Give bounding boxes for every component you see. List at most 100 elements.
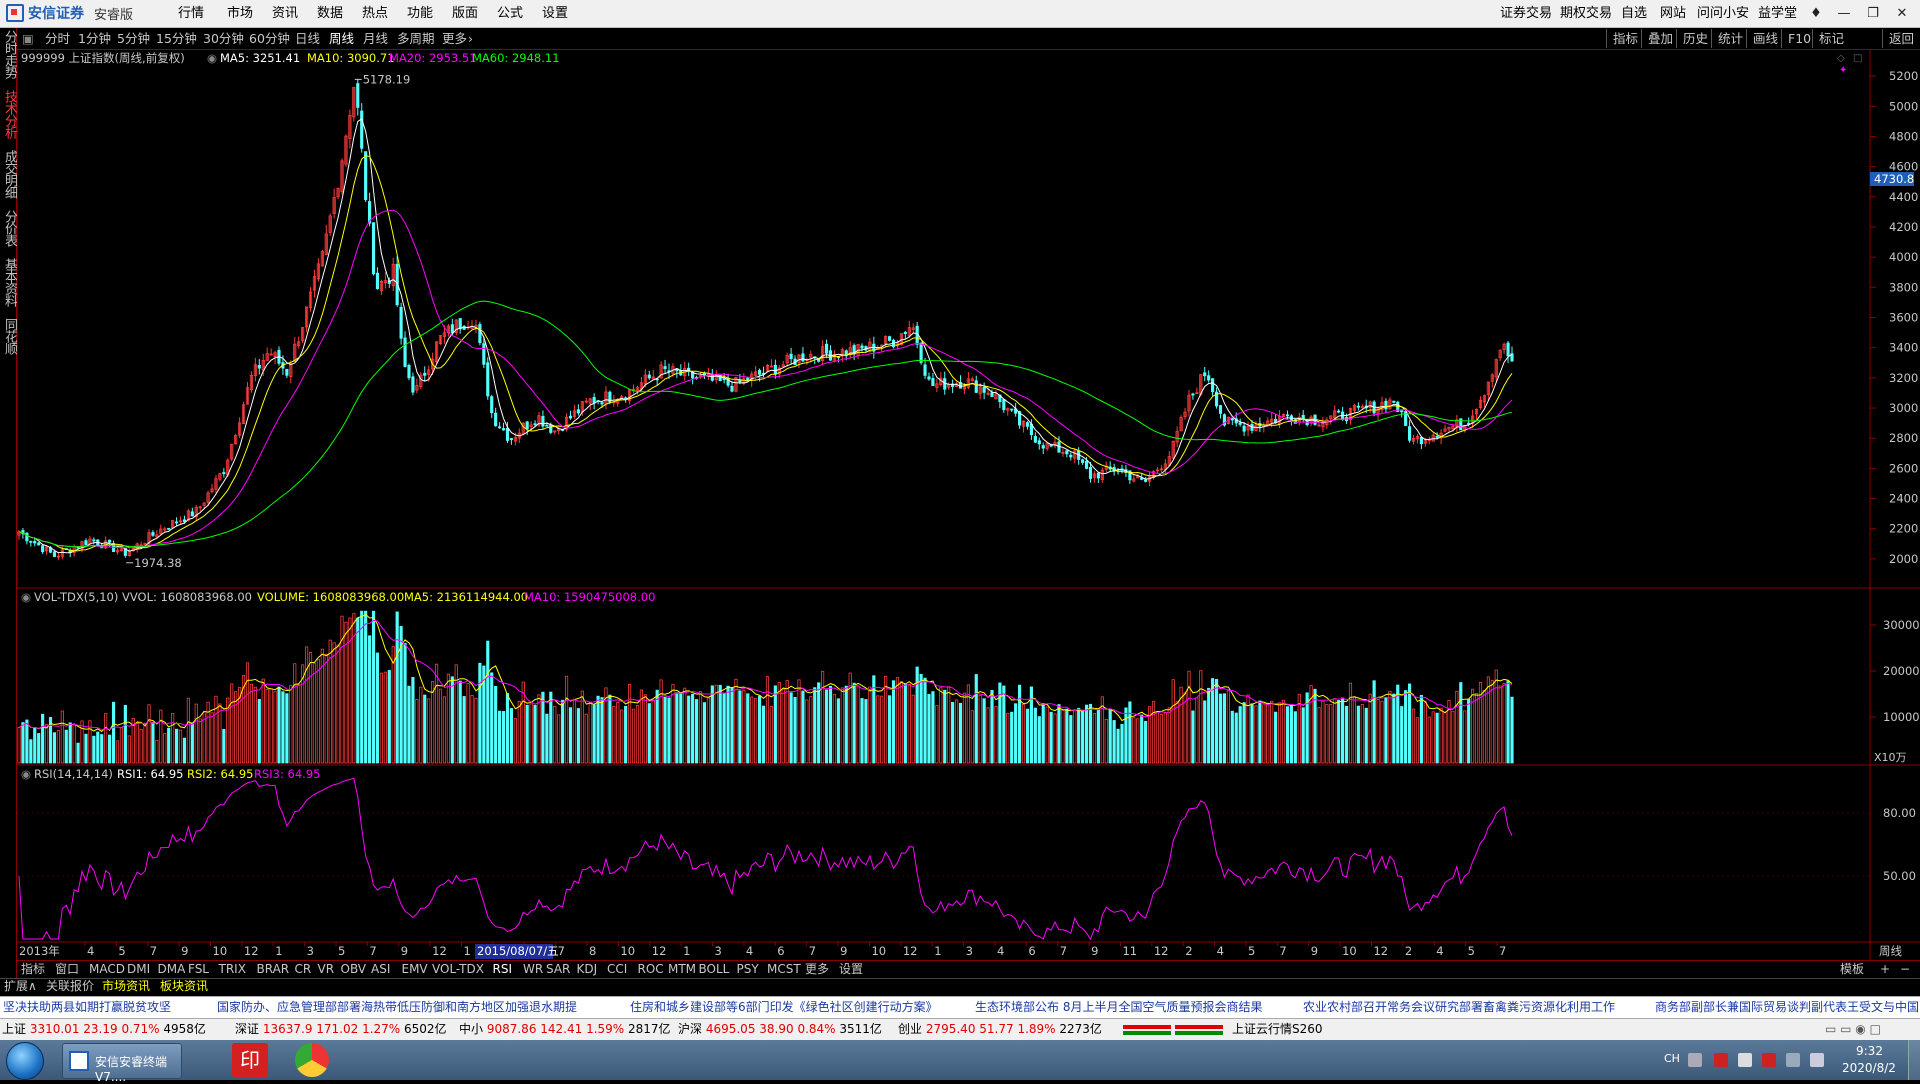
menu-item-banmian[interactable]: 版面 (452, 0, 478, 27)
indicator-tab[interactable]: DMA (158, 961, 186, 977)
period-5min[interactable]: 5分钟 (117, 29, 150, 48)
tray-app-icon[interactable] (1738, 1053, 1752, 1067)
cloud-quote-label[interactable]: 上证云行情S260 (1232, 1019, 1323, 1039)
volume-icon[interactable] (1810, 1053, 1824, 1067)
index-quote[interactable]: 深证 13637.9 171.02 1.27% 6502亿 (235, 1019, 447, 1039)
menu-item-shezhi[interactable]: 设置 (542, 0, 568, 27)
indicator-tab[interactable]: VR (318, 961, 335, 977)
indicator-tab[interactable]: EMV (402, 961, 428, 977)
indicator-tab[interactable]: OBV (341, 961, 367, 977)
pdf-icon[interactable] (1714, 1053, 1728, 1067)
kline-chart[interactable]: 5200500048004600440042004000380036003400… (17, 49, 1920, 960)
square-icon[interactable]: □ (1853, 53, 1862, 64)
tab-sector-news[interactable]: 板块资讯 (160, 978, 208, 995)
period-1min[interactable]: 1分钟 (78, 29, 111, 48)
menu-option-trade[interactable]: 期权交易 (1560, 0, 1612, 27)
indicator-tab[interactable]: BOLL (699, 961, 730, 977)
index-quote[interactable]: 沪深 4695.05 38.90 0.84% 3511亿 (678, 1019, 882, 1039)
menu-stock-trade[interactable]: 证券交易 (1500, 0, 1552, 27)
period-30min[interactable]: 30分钟 (203, 29, 244, 48)
restore-icon[interactable]: ❐ (1860, 0, 1886, 27)
indicator-tab[interactable]: BRAR (257, 961, 290, 977)
indicator-tab[interactable]: DMI (127, 961, 150, 977)
indicator-tab[interactable]: 设置 (839, 961, 863, 977)
tool-indicator[interactable]: 指标 (1606, 29, 1638, 48)
indicator-tab[interactable]: MCST (767, 961, 801, 977)
index-quote[interactable]: 创业 2795.40 51.77 1.89% 2273亿 (898, 1019, 1102, 1039)
indicator-tab[interactable]: 指标 (21, 961, 45, 977)
indicator-tab[interactable]: WR (523, 961, 543, 977)
indicator-tab[interactable]: ROC (638, 961, 664, 977)
menu-watchlist[interactable]: 自选 (1621, 0, 1647, 27)
panel-toggle-icon[interactable]: ▣ (22, 29, 34, 48)
indicator-tab[interactable]: 更多 (805, 961, 829, 977)
show-desktop-button[interactable] (1908, 1040, 1920, 1080)
status-icons[interactable]: ▭ ▭ ◉ □ (1825, 1019, 1881, 1039)
indicator-tab[interactable]: SAR (546, 961, 570, 977)
side-tab-chengjiao[interactable]: 成交明细 (0, 150, 17, 198)
news-item[interactable]: 农业农村部召开常务会议研究部署畜禽粪污资源化利用工作 (1303, 997, 1615, 1017)
red-app-icon[interactable]: 印 (232, 1043, 268, 1077)
minus-icon[interactable]: − (1900, 961, 1910, 977)
side-tab-fenjia[interactable]: 分价表 (0, 210, 17, 246)
index-quote[interactable]: 上证 3310.01 23.19 0.71% 4958亿 (2, 1019, 206, 1039)
indicator-tab[interactable]: TRIX (219, 961, 246, 977)
news-item[interactable]: 坚决扶助两县如期打赢脱贫攻坚 (3, 997, 171, 1017)
clock-time[interactable]: 9:32 (1856, 1044, 1883, 1058)
period-daily[interactable]: 日线 (295, 29, 320, 48)
tool-history[interactable]: 历史 (1676, 29, 1708, 48)
period-monthly[interactable]: 月线 (363, 29, 388, 48)
side-tab-fenshi[interactable]: 分时走势 (0, 30, 17, 78)
indicator-tab[interactable]: RSI (493, 961, 513, 977)
skin-icon[interactable]: ♦ (1803, 0, 1829, 27)
menu-website[interactable]: 网站 (1660, 0, 1686, 27)
period-multi[interactable]: 多周期 (397, 29, 435, 48)
indicator-tab[interactable]: PSY (737, 961, 759, 977)
indicator-tab[interactable]: CR (295, 961, 312, 977)
tool-f10[interactable]: F10 (1781, 29, 1811, 48)
indicator-tab[interactable]: MTM (668, 961, 696, 977)
close-icon[interactable]: ✕ (1889, 0, 1915, 27)
menu-item-zixun[interactable]: 资讯 (272, 0, 298, 27)
minimize-icon[interactable]: — (1831, 0, 1857, 27)
period-more[interactable]: 更多 (442, 29, 467, 48)
plus-icon[interactable]: + (1880, 961, 1890, 977)
menu-item-hangqing[interactable]: 行情 (178, 0, 204, 27)
chevron-right-icon[interactable]: › (468, 29, 473, 48)
tab-market-news[interactable]: 市场资讯 (102, 978, 150, 995)
taskbar-app-anxin[interactable]: 安信安睿终端V7.... (62, 1043, 182, 1084)
menu-item-gongshi[interactable]: 公式 (497, 0, 523, 27)
menu-yixuetang[interactable]: 益学堂 (1758, 0, 1797, 27)
expand-toggle[interactable]: 扩展∧ (4, 978, 37, 995)
menu-item-shuju[interactable]: 数据 (317, 0, 343, 27)
menu-item-gongneng[interactable]: 功能 (407, 0, 433, 27)
news-item[interactable]: 商务部副部长兼国际贸易谈判副代表王受文与中国 (1655, 997, 1919, 1017)
indicator-tab[interactable]: MACD (89, 961, 125, 977)
keyboard-icon[interactable] (1688, 1053, 1702, 1067)
indicator-tab[interactable]: CCI (607, 961, 627, 977)
indicator-tab[interactable]: KDJ (577, 961, 598, 977)
side-tab-tonghuashun[interactable]: 同花顺 (0, 318, 17, 354)
menu-item-shichang[interactable]: 市场 (227, 0, 253, 27)
language-indicator[interactable]: CH (1664, 1052, 1680, 1065)
index-quote[interactable]: 中小 9087.86 142.41 1.59% 2817亿 (459, 1019, 671, 1039)
indicator-tab[interactable]: FSL (188, 961, 209, 977)
tool-draw[interactable]: 画线 (1746, 29, 1778, 48)
indicator-tab[interactable]: 窗口 (55, 961, 79, 977)
side-tab-jiben[interactable]: 基本资料 (0, 258, 17, 306)
menu-item-redian[interactable]: 热点 (362, 0, 388, 27)
side-tab-jishu[interactable]: 技术分析 (0, 90, 17, 138)
tool-stats[interactable]: 统计 (1711, 29, 1743, 48)
period-weekly[interactable]: 周线 (329, 29, 354, 48)
settings-icon[interactable]: ◉ (207, 51, 217, 65)
news-item[interactable]: 生态环境部公布 8月上半月全国空气质量预报会商结果 (975, 997, 1262, 1017)
chrome-icon[interactable] (295, 1043, 329, 1077)
vol-settings-icon[interactable]: ◉ (21, 590, 31, 604)
template-button[interactable]: 模板 (1840, 961, 1864, 977)
news-item[interactable]: 住房和城乡建设部等6部门印发《绿色社区创建行动方案》 (630, 997, 938, 1017)
rsi-settings-icon[interactable]: ◉ (21, 767, 31, 781)
news-item[interactable]: 国家防办、应急管理部部署海热带低压防御和南方地区加强退水期提 (217, 997, 577, 1017)
indicator-tab[interactable]: VOL-TDX (432, 961, 484, 977)
tab-related-quotes[interactable]: 关联报价 (46, 978, 94, 995)
indicator-tab[interactable]: ASI (371, 961, 390, 977)
